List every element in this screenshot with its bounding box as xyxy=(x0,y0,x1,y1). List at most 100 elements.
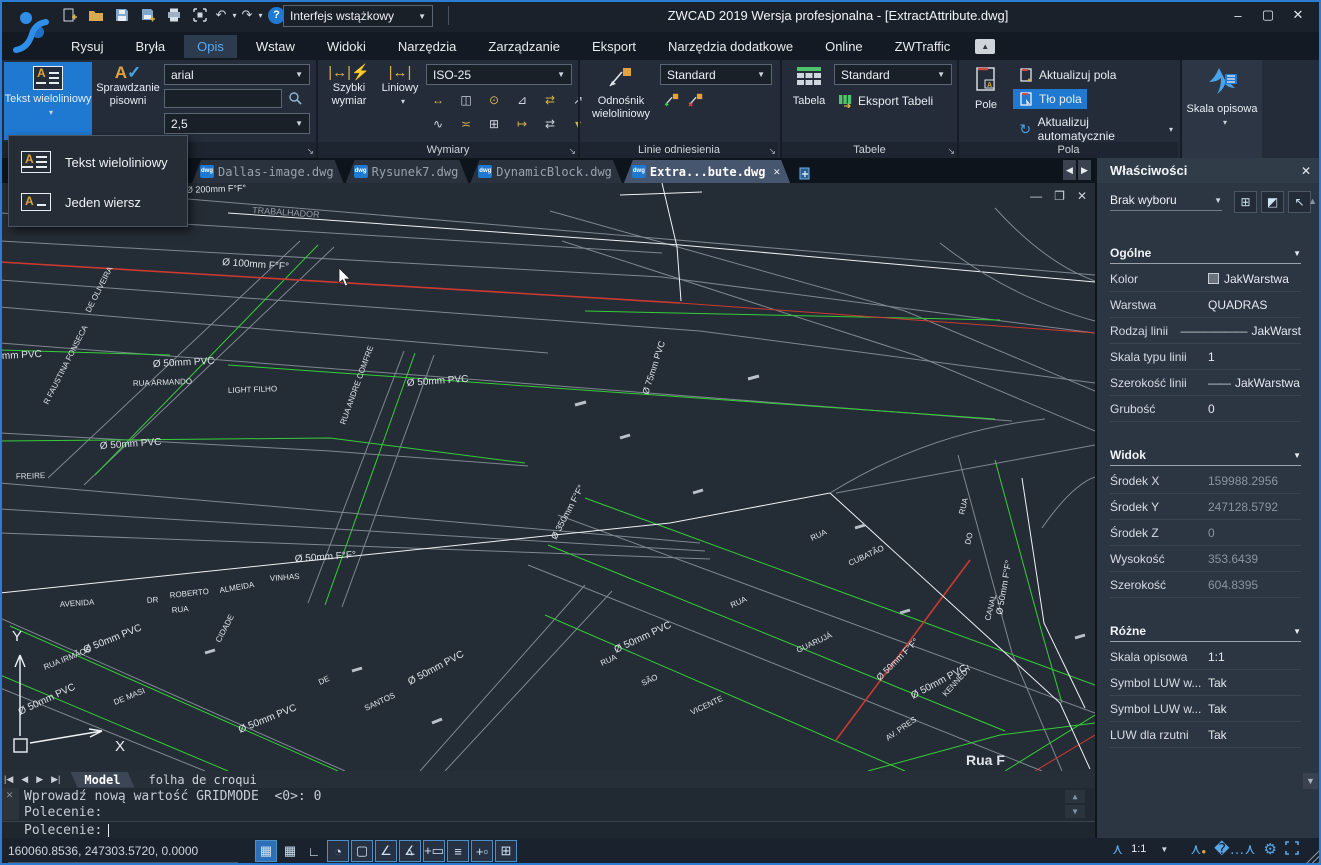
plot-preview-icon[interactable] xyxy=(190,5,210,25)
property-value[interactable]: 0 xyxy=(1208,526,1301,540)
print-icon[interactable] xyxy=(164,5,184,25)
property-value[interactable]: 353.6439 xyxy=(1208,552,1301,566)
property-row[interactable]: Szerokość linii――JakWarstwa xyxy=(1110,370,1301,396)
ribbon-tab-narz-dzia-dodatkowe[interactable]: Narzędzia dodatkowe xyxy=(655,35,806,58)
property-row[interactable]: Szerokość604.8395 xyxy=(1110,572,1301,598)
property-value[interactable]: 247128.5792 xyxy=(1208,500,1301,514)
minimize-button[interactable]: – xyxy=(1223,0,1253,30)
grid-toggle-icon[interactable]: ▦ xyxy=(279,840,301,862)
property-value[interactable]: QUADRAS xyxy=(1208,298,1301,312)
menu-item-tekst-wieloliniowy[interactable]: Tekst wieloliniowy xyxy=(9,142,187,182)
update-fields-button[interactable]: Aktualizuj pola xyxy=(1013,65,1121,85)
property-row[interactable]: Środek Y247128.5792 xyxy=(1110,494,1301,520)
annotation-scale-value[interactable]: 1:1 xyxy=(1131,843,1146,855)
quick-select-icon[interactable]: ⊞ xyxy=(1234,191,1257,213)
dim-tool-icon[interactable]: ↔ xyxy=(426,90,450,110)
section-header[interactable]: Ogólne▼ xyxy=(1110,246,1301,264)
tabele-launcher-icon[interactable]: ↘ xyxy=(947,146,955,157)
property-row[interactable]: Skala opisowa1:1 xyxy=(1110,644,1301,670)
property-value[interactable]: ――JakWarstwa xyxy=(1208,376,1301,390)
tekst-launcher-icon[interactable]: ↘ xyxy=(306,146,314,157)
layout-tab-folha-de-croqui[interactable]: folha de croqui xyxy=(135,772,271,788)
ribbon-collapse-button[interactable]: ▲ xyxy=(975,39,995,54)
menu-item-jeden-wiersz[interactable]: Jeden wiersz xyxy=(9,182,187,222)
ribbon-tab-narz-dzia[interactable]: Narzędzia xyxy=(385,35,470,58)
property-value[interactable]: Tak xyxy=(1208,676,1301,690)
properties-close-icon[interactable]: ✕ xyxy=(1301,164,1311,178)
dim-tool-icon[interactable]: ≍ xyxy=(454,114,478,134)
property-row[interactable]: Skala typu linii1 xyxy=(1110,344,1301,370)
dim-tool-icon[interactable]: ◫ xyxy=(454,90,478,110)
property-value[interactable]: ――――――JakWarst xyxy=(1180,324,1301,338)
layout-prev-button[interactable]: ◀ xyxy=(17,774,32,785)
remove-leader-icon[interactable] xyxy=(688,92,704,108)
table-button[interactable]: Tabela xyxy=(786,62,832,140)
dim-tool-icon[interactable]: ⇄ xyxy=(538,114,562,134)
doc-tab-Dallas-image-dwg[interactable]: dwgDallas-image.dwg xyxy=(192,160,344,183)
quick-dim-button[interactable]: |↔|⚡ Szybki wymiar xyxy=(322,62,376,140)
doc-tab-close-icon[interactable]: ✕ xyxy=(773,165,780,178)
wymiary-launcher-icon[interactable]: ↘ xyxy=(568,146,576,157)
osnap-toggle-icon[interactable]: ▢ xyxy=(351,840,373,862)
settings-gear-icon[interactable]: ⚙ xyxy=(1264,840,1277,858)
dim-tool-icon[interactable]: ⊞ xyxy=(482,114,506,134)
redo-icon[interactable]: ↷▾ xyxy=(242,5,262,25)
property-row[interactable]: Środek Z0 xyxy=(1110,520,1301,546)
property-row[interactable]: Rodzaj linii――――――JakWarst xyxy=(1110,318,1301,344)
save-as-icon[interactable] xyxy=(138,5,158,25)
selection-filter-combo[interactable]: Brak wyboru▼ xyxy=(1110,193,1222,211)
doc-tab-DynamicBlock-dwg[interactable]: dwgDynamicBlock.dwg xyxy=(470,160,622,183)
dyn-ucs-toggle-icon[interactable]: +▫ xyxy=(471,840,493,862)
layout-tab-Model[interactable]: Model xyxy=(70,772,134,788)
doc-close-button[interactable]: ✕ xyxy=(1077,189,1087,203)
text-style-combo[interactable]: arial▼ xyxy=(164,64,310,85)
layout-first-button[interactable]: |◀ xyxy=(0,774,17,785)
dyn-input-toggle-icon[interactable]: +▭ xyxy=(423,840,445,862)
property-row[interactable]: Symbol LUW w...Tak xyxy=(1110,696,1301,722)
layout-next-button[interactable]: ▶ xyxy=(32,774,47,785)
mleader-button[interactable]: Odnośnik wieloliniowy xyxy=(586,62,656,140)
annotation-scale-caret-icon[interactable]: ▼ xyxy=(1160,845,1168,854)
command-close-icon[interactable]: ✕ xyxy=(6,788,13,801)
property-value[interactable]: 159988.2956 xyxy=(1208,474,1301,488)
find-text-icon[interactable] xyxy=(287,90,303,106)
dim-tool-icon[interactable]: ⊙ xyxy=(482,90,506,110)
add-leader-icon[interactable] xyxy=(664,92,680,108)
command-scroll-up-button[interactable]: ▲ xyxy=(1065,790,1085,803)
ribbon-tab-opis[interactable]: Opis xyxy=(184,35,237,58)
dim-style-combo[interactable]: ISO-25▼ xyxy=(426,64,572,85)
spell-check-button[interactable]: A✓ Sprawdzanie pisowni xyxy=(96,62,160,140)
doc-tab-Extra-bute-dwg[interactable]: dwgExtra...bute.dwg✕ xyxy=(624,160,790,183)
property-value[interactable]: Tak xyxy=(1208,702,1301,716)
snap-toggle-icon[interactable]: ▦ xyxy=(255,840,277,862)
property-row[interactable]: Grubość0 xyxy=(1110,396,1301,422)
property-value[interactable]: JakWarstwa xyxy=(1208,272,1301,286)
collapse-icon[interactable]: ▼ xyxy=(1293,451,1301,460)
property-row[interactable]: Środek X159988.2956 xyxy=(1110,468,1301,494)
ribbon-tab-zwtraffic[interactable]: ZWTraffic xyxy=(882,35,964,58)
mtext-button[interactable]: Tekst wieloliniowy▾ xyxy=(4,62,92,140)
dim-tool-icon[interactable]: ↦ xyxy=(510,114,534,134)
polar-track-toggle-icon[interactable]: ∡ xyxy=(399,840,421,862)
properties-scroll-up-icon[interactable]: ▲ xyxy=(1308,196,1317,206)
auto-update-button[interactable]: ↻ Aktualizuj automatycznie▾ xyxy=(1013,113,1178,145)
undo-icon[interactable]: ↶▾ xyxy=(216,5,236,25)
property-row[interactable]: WarstwaQUADRAS xyxy=(1110,292,1301,318)
ribbon-tab-bry-a[interactable]: Bryła xyxy=(123,35,179,58)
annotation-autoscale-icon[interactable]: �…⋏ xyxy=(1214,840,1255,858)
select-objects-icon[interactable]: ◩ xyxy=(1261,191,1284,213)
new-document-button[interactable] xyxy=(794,163,816,183)
command-line-panel[interactable]: ✕ Wprowadź nową wartość GRIDMODE <0>: 0P… xyxy=(0,788,1095,838)
otrack-toggle-icon[interactable]: ∠ xyxy=(375,840,397,862)
annotation-visibility-icon[interactable]: ⋏● xyxy=(1190,840,1206,858)
resize-grip[interactable] xyxy=(1302,846,1319,863)
table-style-combo[interactable]: Standard▼ xyxy=(834,64,952,85)
ribbon-tab-widoki[interactable]: Widoki xyxy=(314,35,379,58)
text-height-combo[interactable]: 2,5▼ xyxy=(164,113,310,134)
collapse-icon[interactable]: ▼ xyxy=(1293,249,1301,258)
units-toggle-icon[interactable]: ⊞ xyxy=(495,840,517,862)
save-icon[interactable] xyxy=(112,5,132,25)
doc-restore-button[interactable]: ❐ xyxy=(1054,189,1065,203)
layout-last-button[interactable]: ▶| xyxy=(47,774,64,785)
fullscreen-icon[interactable] xyxy=(1285,841,1299,858)
